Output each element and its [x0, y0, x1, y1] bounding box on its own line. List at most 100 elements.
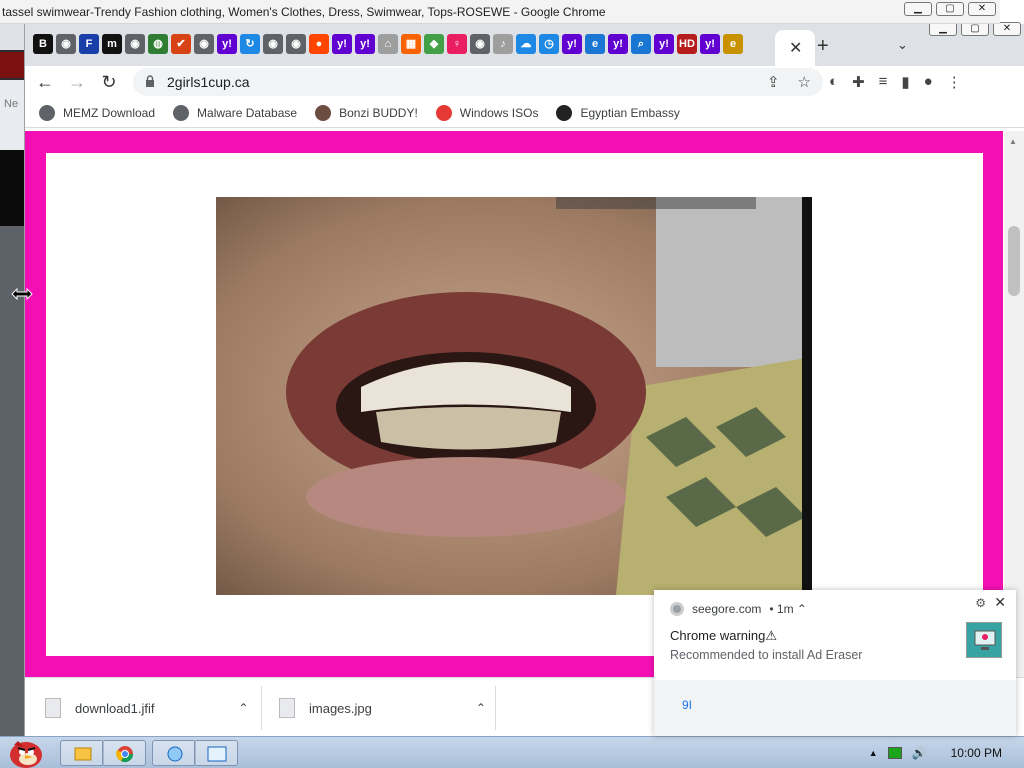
- home-depot-icon[interactable]: ▦: [401, 34, 421, 54]
- scroll-thumb[interactable]: [1008, 226, 1020, 296]
- refresh-icon[interactable]: ↻: [240, 34, 260, 54]
- scroll-up-icon[interactable]: ▲: [1009, 137, 1017, 146]
- bookmark-item[interactable]: MEMZ Download: [39, 104, 155, 121]
- taskbar: ▲ 🔊 10:00 PM: [0, 736, 1024, 768]
- bookmark-favicon-icon: [315, 104, 332, 121]
- download-item[interactable]: download1.jfif ⌃: [45, 686, 249, 730]
- network-icon[interactable]: [887, 747, 902, 759]
- chevron-up-icon[interactable]: ⌃: [239, 701, 249, 715]
- reload-button[interactable]: ↻: [97, 70, 121, 94]
- search-icon[interactable]: ⌕: [631, 34, 651, 54]
- extension-icons: ◐ ✚ ≡ ▮ ● ⋮: [829, 73, 962, 91]
- show-hidden-icons-icon[interactable]: ▲: [869, 748, 878, 758]
- tab-search-button[interactable]: ⌄: [897, 37, 908, 53]
- media-control-icon[interactable]: ≡: [879, 73, 888, 91]
- taskbar-app-button[interactable]: [152, 740, 196, 766]
- notification-action-button[interactable]: 9I: [682, 698, 692, 712]
- yahoo-icon[interactable]: y!: [355, 34, 375, 54]
- history-icon[interactable]: ◷: [539, 34, 559, 54]
- notification-time[interactable]: • 1m ⌃: [769, 602, 807, 616]
- download-item[interactable]: images.jpg ⌃: [279, 686, 486, 730]
- taskbar-chrome-button[interactable]: [102, 740, 146, 766]
- chrome-notification[interactable]: seegore.com • 1m ⌃ ⚙ ✕ Chrome warning⚠ R…: [654, 590, 1016, 736]
- ie-icon[interactable]: e: [585, 34, 605, 54]
- f-icon[interactable]: F: [79, 34, 99, 54]
- mic-icon[interactable]: ♪: [493, 34, 513, 54]
- system-tray: ▲ 🔊 10:00 PM: [869, 737, 1024, 768]
- maximize-button[interactable]: ▢: [961, 22, 989, 36]
- yahoo-icon[interactable]: y!: [700, 34, 720, 54]
- new-tab-button[interactable]: +: [817, 35, 829, 58]
- back-button[interactable]: ←: [33, 70, 57, 94]
- yahoo-icon[interactable]: y!: [217, 34, 237, 54]
- tab-strip: ▁ ▢ ✕ B ◉ Fm ◉ ◍ ✔ ◉ y! ↻ ◉ ◉ ● y! y! ⌂ ▦ ◆ ♀ ◉ ♪ ☁ ◷ y! e y! ⌕ y!…: [25, 22, 1024, 66]
- globe-icon[interactable]: ◉: [286, 34, 306, 54]
- maximize-button[interactable]: ▢: [936, 2, 964, 16]
- minimize-button[interactable]: ▁: [904, 2, 932, 16]
- extensions-icon[interactable]: ✚: [852, 73, 865, 91]
- hd-icon[interactable]: HD: [677, 34, 697, 54]
- background-app-window: Ne: [0, 0, 24, 736]
- globe-icon[interactable]: ◉: [125, 34, 145, 54]
- globe-icon[interactable]: ◉: [194, 34, 214, 54]
- window-controls: ▁ ▢ ✕: [904, 2, 996, 16]
- minimize-button[interactable]: ▁: [929, 22, 957, 36]
- bookmark-item[interactable]: Egyptian Embassy: [556, 104, 680, 121]
- yahoo-icon[interactable]: y!: [654, 34, 674, 54]
- b-icon[interactable]: B: [33, 34, 53, 54]
- file-icon: [279, 698, 295, 718]
- multicolor-icon[interactable]: ◍: [148, 34, 168, 54]
- active-tab[interactable]: ✕: [775, 30, 815, 66]
- menu-icon[interactable]: ⋮: [947, 73, 962, 91]
- e-icon[interactable]: e: [723, 34, 743, 54]
- forward-button[interactable]: →: [65, 70, 89, 94]
- reddit-icon[interactable]: ●: [309, 34, 329, 54]
- tab-close-icon[interactable]: ✕: [789, 38, 802, 58]
- bookmark-label: Windows ISOs: [459, 105, 539, 120]
- chevron-up-icon[interactable]: ⌃: [476, 701, 486, 715]
- download-filename: images.jpg: [309, 700, 372, 716]
- photo-image: [216, 197, 812, 595]
- notification-footer: 9I: [654, 680, 1016, 736]
- m-icon[interactable]: m: [102, 34, 122, 54]
- address-bar[interactable]: 2girls1cup.ca ⇪ ☆: [133, 68, 823, 96]
- taskbar-explorer-button[interactable]: [60, 740, 104, 766]
- check-icon[interactable]: ✔: [171, 34, 191, 54]
- bookmark-item[interactable]: Windows ISOs: [435, 104, 539, 121]
- background-app-bar: [0, 226, 24, 736]
- bookmark-label: Egyptian Embassy: [580, 105, 680, 120]
- globe-icon[interactable]: ◉: [56, 34, 76, 54]
- bookmark-star-icon[interactable]: ☆: [798, 73, 811, 91]
- title-bar: R tassel swimwear-Trendy Fashion clothin…: [0, 0, 1000, 24]
- close-icon[interactable]: ✕: [994, 594, 1006, 611]
- clock[interactable]: 10:00 PM: [951, 746, 1002, 760]
- yahoo-icon[interactable]: y!: [332, 34, 352, 54]
- gear-icon[interactable]: ⚙: [975, 596, 986, 610]
- figure-icon[interactable]: ♀: [447, 34, 467, 54]
- resize-cursor-icon: [11, 287, 33, 301]
- cloud-upload-icon[interactable]: ☁: [516, 34, 536, 54]
- palette-icon[interactable]: ◆: [424, 34, 444, 54]
- yahoo-icon[interactable]: y!: [562, 34, 582, 54]
- house-icon[interactable]: ⌂: [378, 34, 398, 54]
- bookmark-label: Malware Database: [197, 105, 298, 120]
- bookmark-item[interactable]: Bonzi BUDDY!: [315, 104, 418, 121]
- window-controls-secondary: ▁ ▢ ✕: [929, 22, 1021, 36]
- yahoo-icon[interactable]: y!: [608, 34, 628, 54]
- file-icon: [45, 698, 61, 718]
- url-text[interactable]: 2girls1cup.ca: [167, 74, 250, 90]
- tab-account-icon[interactable]: ◐: [829, 73, 838, 91]
- taskbar-window-button[interactable]: [194, 740, 238, 766]
- volume-icon[interactable]: 🔊: [912, 746, 927, 760]
- close-window-button[interactable]: ✕: [968, 2, 996, 16]
- share-icon[interactable]: ⇪: [767, 73, 780, 91]
- side-panel-icon[interactable]: ▮: [901, 73, 909, 91]
- bookmark-favicon-icon: [39, 104, 55, 121]
- close-window-button[interactable]: ✕: [993, 22, 1021, 36]
- start-button-angry-bird-icon[interactable]: [4, 733, 48, 768]
- globe-icon[interactable]: ◉: [263, 34, 283, 54]
- globe-icon[interactable]: ◉: [470, 34, 490, 54]
- notification-header: seegore.com • 1m ⌃: [670, 602, 807, 616]
- bookmark-item[interactable]: Malware Database: [173, 104, 298, 121]
- profile-icon[interactable]: ●: [924, 73, 933, 91]
